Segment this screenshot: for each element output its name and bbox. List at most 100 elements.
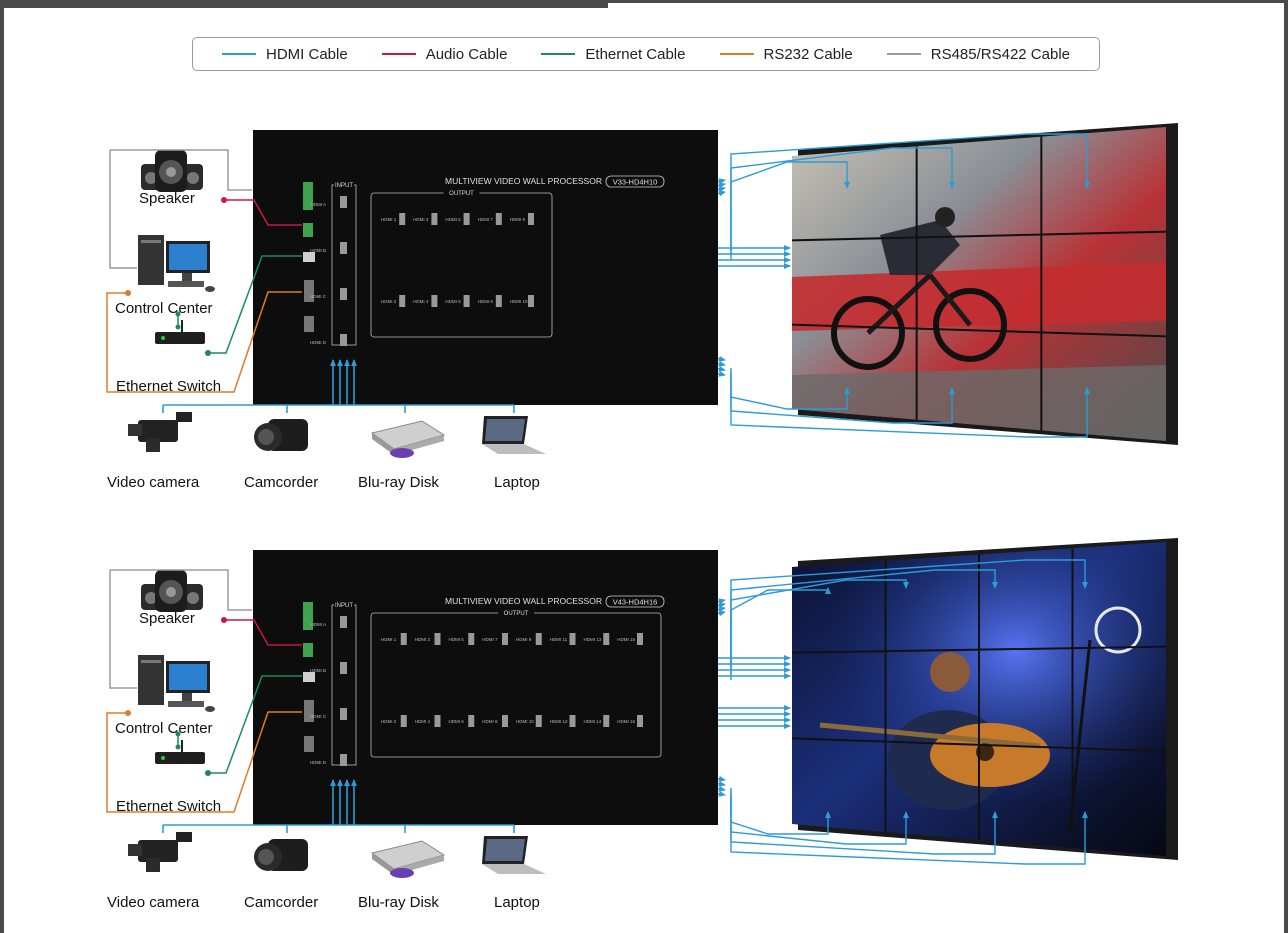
processor-model: V43-HD4H16 — [613, 598, 658, 607]
output-port — [431, 295, 438, 307]
diagram-2: MULTIVIEW VIDEO WALL PROCESSOR V43-HD4H16… — [106, 538, 1178, 878]
output-port-label: HDMI 5 — [445, 217, 461, 222]
camcorder-icon — [254, 419, 308, 451]
input-port — [340, 196, 347, 208]
speaker-label: Speaker — [139, 610, 195, 627]
output-port-label: HDMI 13 — [584, 637, 602, 642]
rs485-port — [303, 223, 313, 237]
output-port — [399, 213, 406, 225]
video-camera-icon — [128, 412, 192, 452]
diagram-1: MULTIVIEW VIDEO WALL PROCESSOR V33-HD4H10… — [106, 123, 1178, 458]
computer-icon — [138, 655, 215, 712]
processor-panel — [253, 550, 718, 825]
source-label-video-camera: Video camera — [107, 474, 200, 491]
camcorder-icon — [254, 839, 308, 871]
processor-panel — [253, 130, 718, 405]
output-port — [468, 633, 475, 645]
input-port — [340, 334, 347, 346]
input-port — [340, 708, 347, 720]
input-port — [340, 242, 347, 254]
output-port — [468, 715, 475, 727]
bluray-disk-icon — [370, 420, 446, 458]
input-port-label: HDMI C — [310, 294, 327, 299]
ethernet-switch-icon — [155, 320, 205, 344]
ethernet-switch-label: Ethernet Switch — [116, 378, 222, 395]
input-port-label: HDMI D — [310, 760, 327, 765]
control-center-label: Control Center — [115, 300, 213, 317]
input-port-label: HDMI B — [310, 668, 326, 673]
output-port — [637, 633, 643, 645]
speaker-label: Speaker — [139, 190, 195, 207]
output-port — [400, 633, 407, 645]
video-camera-icon — [128, 832, 192, 872]
output-port — [463, 213, 470, 225]
video-wall — [791, 538, 1178, 860]
output-port — [434, 715, 441, 727]
output-port — [603, 715, 610, 727]
output-port-label: HDMI 2 — [381, 719, 397, 724]
rs485-cable — [109, 150, 137, 269]
input-port-label: HDMI C — [310, 714, 327, 719]
output-port — [535, 715, 542, 727]
source-label-bluray-disk: Blu-ray Disk — [358, 474, 439, 491]
output-port-label: HDMI 10 — [510, 299, 528, 304]
output-label: OUTPUT — [504, 611, 529, 617]
output-port-label: HDMI 2 — [381, 299, 397, 304]
source-label-bluray-disk: Blu-ray Disk — [358, 894, 439, 911]
output-port-label: HDMI 9 — [510, 217, 526, 222]
output-label: OUTPUT — [449, 191, 474, 197]
output-port-label: HDMI 10 — [516, 719, 534, 724]
output-port — [603, 633, 610, 645]
laptop-icon — [482, 836, 546, 874]
output-port — [535, 633, 542, 645]
ethernet-switch-label: Ethernet Switch — [116, 798, 222, 815]
input-port-label: HDMI B — [310, 248, 326, 253]
output-port-label: HDMI 5 — [449, 637, 465, 642]
ethernet-port — [303, 252, 315, 262]
output-port — [569, 715, 576, 727]
speaker-icon — [141, 150, 203, 192]
performer-head — [930, 652, 970, 692]
processor-title: MULTIVIEW VIDEO WALL PROCESSOR — [445, 176, 602, 186]
output-port-label: HDMI 3 — [415, 637, 431, 642]
output-port — [569, 633, 576, 645]
output-port — [495, 213, 502, 225]
rs485-port — [303, 643, 313, 657]
output-port — [495, 295, 502, 307]
connection-diagram: MULTIVIEW VIDEO WALL PROCESSOR V33-HD4H10… — [106, 123, 1178, 878]
input-port-label: HDMI A — [310, 202, 326, 207]
output-port-label: HDMI 12 — [550, 719, 568, 724]
output-port-label: HDMI 16 — [617, 719, 635, 724]
laptop-icon — [482, 416, 546, 454]
input-port — [340, 288, 347, 300]
ethernet-port — [303, 672, 315, 682]
processor-title: MULTIVIEW VIDEO WALL PROCESSOR — [445, 596, 602, 606]
usb-port — [304, 316, 314, 332]
output-port-label: HDMI 8 — [478, 299, 494, 304]
control-center-label: Control Center — [115, 720, 213, 737]
video-wall-processor: MULTIVIEW VIDEO WALL PROCESSOR V43-HD4H16… — [253, 550, 718, 825]
output-port-label: HDMI 7 — [478, 217, 494, 222]
input-port-label: HDMI D — [310, 340, 327, 345]
output-port-label: HDMI 14 — [584, 719, 602, 724]
output-port-label: HDMI 3 — [413, 217, 429, 222]
output-port — [637, 715, 643, 727]
speaker-icon — [141, 570, 203, 612]
source-label-video-camera: Video camera — [107, 894, 200, 911]
source-label-camcorder: Camcorder — [244, 474, 319, 491]
usb-port — [304, 736, 314, 752]
video-wall-processor: MULTIVIEW VIDEO WALL PROCESSOR V33-HD4H10… — [253, 130, 718, 405]
processor-model: V33-HD4H10 — [613, 178, 658, 187]
output-port-label: HDMI 8 — [482, 719, 498, 724]
video-wall — [791, 123, 1178, 445]
output-port — [434, 633, 441, 645]
source-label-laptop: Laptop — [494, 894, 540, 911]
source-label-camcorder: Camcorder — [244, 894, 319, 911]
computer-icon — [138, 235, 215, 292]
input-port — [340, 662, 347, 674]
rider-helmet — [935, 207, 955, 227]
input-port — [340, 754, 347, 766]
output-port-label: HDMI 9 — [516, 637, 532, 642]
input-port-label: HDMI A — [310, 622, 326, 627]
output-port — [400, 715, 407, 727]
